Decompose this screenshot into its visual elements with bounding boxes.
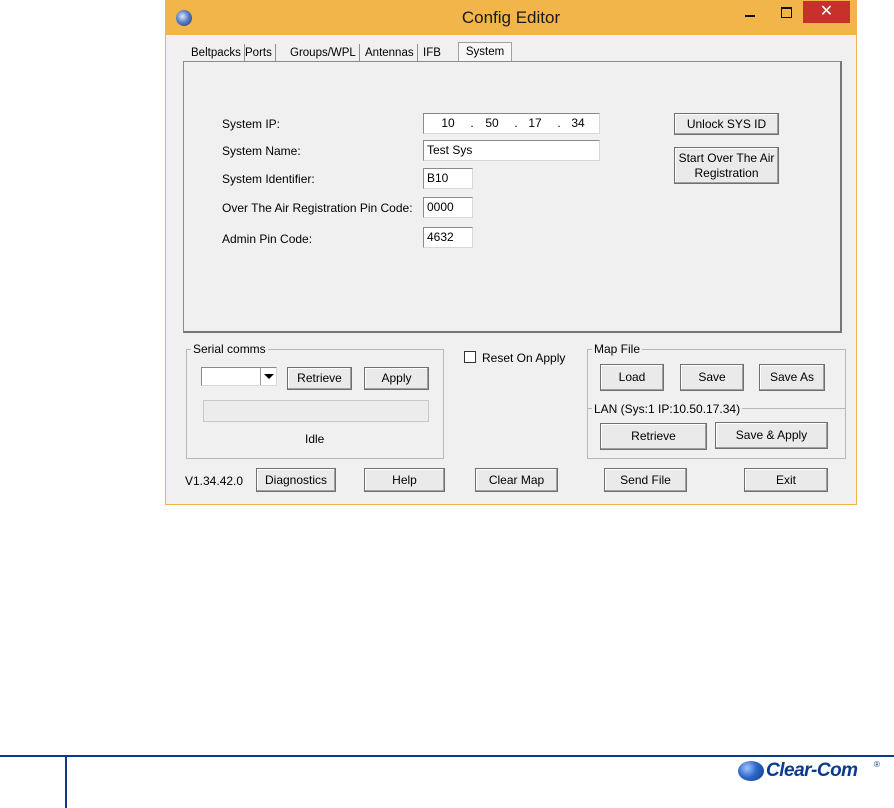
- reset-on-apply-label: Reset On Apply: [482, 351, 566, 365]
- ota-pin-label: Over The Air Registration Pin Code:: [222, 201, 413, 215]
- reset-on-apply-checkbox[interactable]: [464, 351, 476, 363]
- serial-status-text: Idle: [305, 432, 325, 446]
- footer-vertical-rule: [65, 757, 67, 808]
- version-text: V1.34.42.0: [185, 474, 244, 488]
- ip-octet-1[interactable]: 10: [432, 114, 464, 133]
- map-save-as-button[interactable]: Save As: [759, 364, 825, 391]
- ip-dot: .: [470, 116, 474, 130]
- serial-apply-button[interactable]: Apply: [364, 367, 429, 390]
- map-load-button[interactable]: Load: [600, 364, 664, 391]
- system-name-field[interactable]: Test Sys: [423, 140, 600, 161]
- map-file-legend: Map File: [592, 342, 643, 356]
- tab-ifb[interactable]: IFB: [420, 44, 444, 62]
- unlock-sys-id-button[interactable]: Unlock SYS ID: [674, 113, 779, 135]
- tab-system[interactable]: System: [458, 42, 512, 62]
- start-over-label-line1: Start Over The Air: [678, 151, 775, 165]
- serial-progress-bar: [203, 400, 429, 422]
- system-ip-field[interactable]: 10 . 50 . 17 . 34: [423, 113, 600, 134]
- globe-logo-icon: [738, 761, 764, 781]
- clear-com-logo: Clear-Com ®: [738, 760, 882, 784]
- start-over-ota-registration-button[interactable]: Start Over The Air Registration: [674, 147, 779, 184]
- tab-beltpacks[interactable]: Beltpacks: [188, 44, 245, 62]
- title-bar[interactable]: Config Editor ✕: [166, 1, 856, 35]
- close-icon[interactable]: ✕: [803, 1, 850, 23]
- chevron-down-icon[interactable]: [260, 368, 276, 385]
- ip-octet-4[interactable]: 34: [562, 114, 594, 133]
- admin-pin-label: Admin Pin Code:: [222, 232, 313, 246]
- ip-octet-3[interactable]: 17: [519, 114, 551, 133]
- lan-retrieve-button[interactable]: Retrieve: [600, 423, 707, 450]
- system-identifier-field[interactable]: B10: [423, 168, 473, 189]
- ip-octet-2[interactable]: 50: [476, 114, 508, 133]
- lan-save-apply-button[interactable]: Save & Apply: [715, 422, 828, 449]
- lan-legend: LAN (Sys:1 IP:10.50.17.34): [592, 402, 743, 416]
- map-save-button[interactable]: Save: [680, 364, 744, 391]
- logo-wordmark: Clear-Com: [766, 760, 858, 781]
- system-identifier-label: System Identifier:: [222, 172, 315, 186]
- config-editor-window: Config Editor ✕ Beltpacks Ports Groups/W…: [165, 0, 857, 505]
- tab-groups-wpl[interactable]: Groups/WPL: [287, 44, 360, 62]
- send-file-button[interactable]: Send File: [604, 468, 687, 492]
- admin-pin-field[interactable]: 4632: [423, 227, 473, 248]
- system-tab-panel: [183, 61, 842, 333]
- footer-rule: [0, 755, 894, 757]
- start-over-label-line2: Registration: [694, 166, 759, 180]
- system-ip-label: System IP:: [222, 117, 281, 131]
- help-button[interactable]: Help: [364, 468, 445, 492]
- minimize-icon[interactable]: [727, 1, 773, 23]
- tab-antennas[interactable]: Antennas: [362, 44, 418, 62]
- ota-pin-field[interactable]: 0000: [423, 197, 473, 218]
- clear-map-button[interactable]: Clear Map: [475, 468, 558, 492]
- serial-retrieve-button[interactable]: Retrieve: [287, 367, 352, 390]
- tab-ports[interactable]: Ports: [242, 44, 276, 62]
- exit-button[interactable]: Exit: [744, 468, 828, 492]
- diagnostics-button[interactable]: Diagnostics: [256, 468, 336, 492]
- system-name-label: System Name:: [222, 144, 301, 158]
- serial-comms-legend: Serial comms: [191, 342, 268, 356]
- registered-mark: ®: [874, 760, 880, 769]
- maximize-icon[interactable]: [773, 1, 803, 23]
- serial-port-combo[interactable]: [201, 367, 277, 386]
